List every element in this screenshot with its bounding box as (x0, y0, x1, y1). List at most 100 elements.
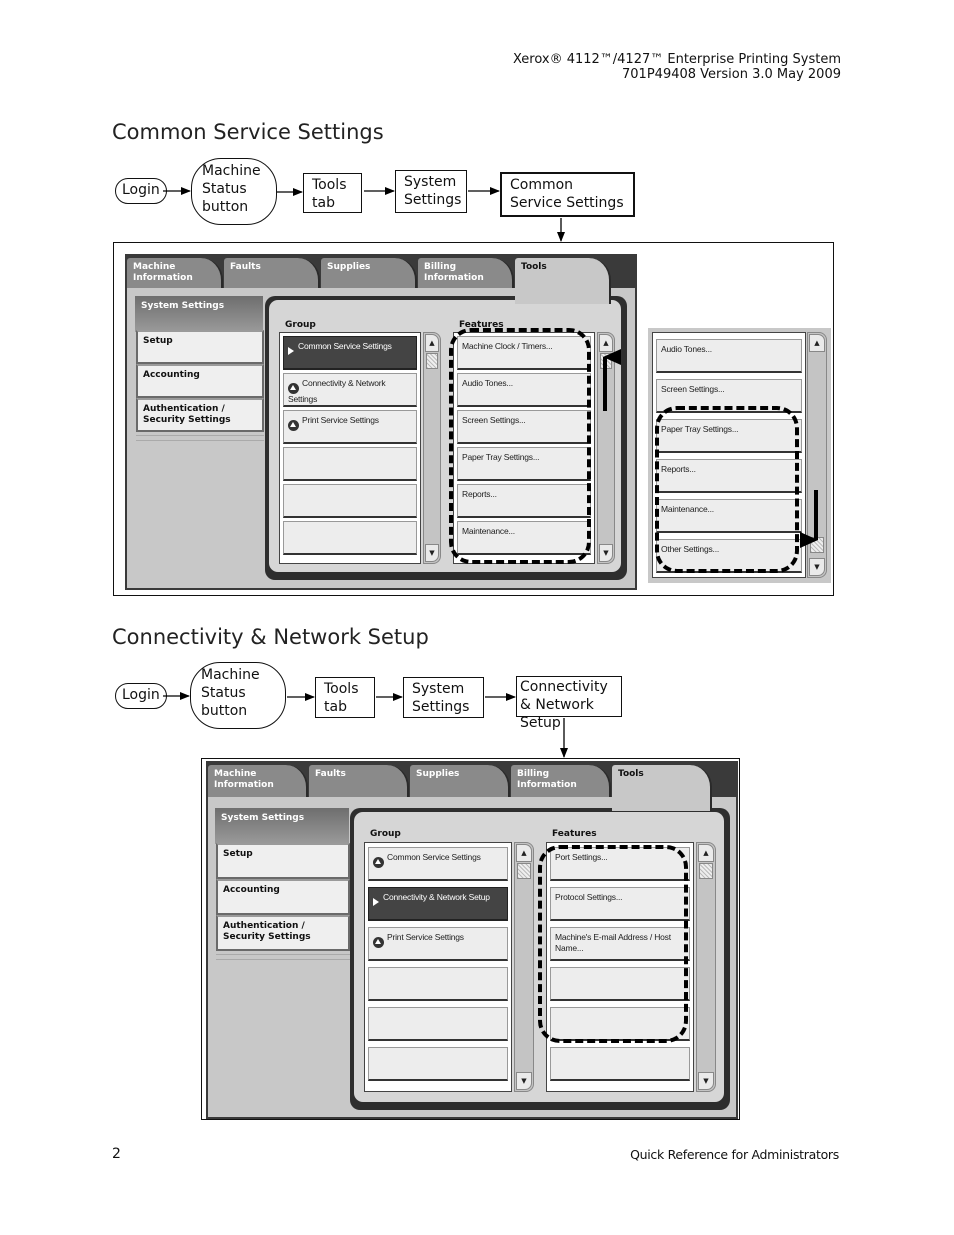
group-item-empty (283, 447, 417, 481)
sidebar-item-authentication-security[interactable]: Authentication / Security Settings (216, 915, 350, 951)
header-version: 701P49408 Version 3.0 May 2009 (622, 67, 841, 82)
flow-machine-status: Machine Status button (191, 158, 277, 225)
group-item-print-service[interactable]: Print Service Settings (368, 927, 508, 961)
flow-login: Login (115, 178, 167, 204)
up-circle-icon (373, 857, 384, 868)
ui-screen-1: Machine Information Faults Supplies Bill… (125, 254, 637, 590)
section-title-common-service: Common Service Settings (112, 120, 384, 144)
tab-tools[interactable]: Tools (515, 258, 611, 304)
system-settings-header: System Settings (215, 808, 349, 844)
feature-item-paper-tray[interactable]: Paper Tray Settings... (656, 419, 802, 453)
settings-panel: Group Features Common Service Settings C… (265, 296, 627, 580)
features-label: Features (459, 320, 504, 330)
flow-tools-tab: Tools tab (303, 173, 362, 213)
tab-tools[interactable]: Tools (612, 765, 712, 811)
feature-item-screen-settings[interactable]: Screen Settings... (656, 379, 802, 413)
group-scrollbar[interactable]: ▲ ▼ (514, 842, 534, 1092)
flow-machine-status: Machine Status button (190, 662, 286, 729)
scrolled-features-scrollbar[interactable]: ▲ ▼ (807, 332, 827, 578)
scroll-thumb[interactable] (600, 353, 612, 369)
group-item-empty (283, 521, 417, 555)
ui-screen-2: Machine Information Faults Supplies Bill… (206, 761, 738, 1119)
sidebar-item-accounting[interactable]: Accounting (136, 364, 264, 398)
group-item-connectivity[interactable]: Connectivity & Network Settings (283, 373, 417, 407)
sidebar-divider (216, 954, 350, 960)
feature-item-reports[interactable]: Reports... (457, 484, 591, 518)
scroll-down-button[interactable]: ▼ (698, 1072, 714, 1090)
group-item-connectivity[interactable]: Connectivity & Network Setup (368, 887, 508, 921)
group-label: Group (285, 320, 316, 330)
scroll-down-button[interactable]: ▼ (599, 544, 613, 562)
feature-item-reports[interactable]: Reports... (656, 459, 802, 493)
scroll-down-button[interactable]: ▼ (809, 558, 825, 576)
feature-item-maintenance[interactable]: Maintenance... (656, 499, 802, 533)
group-item-print-service[interactable]: Print Service Settings (283, 410, 417, 444)
selected-arrow-icon (373, 898, 379, 906)
scroll-thumb[interactable] (699, 863, 713, 879)
flow-tools-tab: Tools tab (315, 677, 375, 718)
selected-arrow-icon (288, 347, 294, 355)
group-item-common-service[interactable]: Common Service Settings (283, 336, 417, 370)
scroll-up-button[interactable]: ▲ (599, 334, 613, 352)
flow-connectivity-network: Connectivity & Network Setup (516, 676, 622, 731)
scrolled-features-excerpt: Audio Tones... Screen Settings... Paper … (648, 328, 831, 583)
group-item-empty (368, 967, 508, 1001)
system-settings-header: System Settings (135, 296, 263, 332)
features-scrollbar[interactable]: ▲ ▼ (696, 842, 716, 1092)
group-item-empty (368, 1047, 508, 1081)
feature-item-screen-settings[interactable]: Screen Settings... (457, 410, 591, 444)
scroll-thumb[interactable] (810, 537, 824, 553)
screen-body: System Settings Setup Accounting Authent… (208, 797, 736, 1117)
group-item-empty (283, 484, 417, 518)
group-item-empty (368, 1007, 508, 1041)
scroll-down-button[interactable]: ▼ (516, 1072, 532, 1090)
feature-item-machine-clock[interactable]: Machine Clock / Timers... (457, 336, 591, 370)
features-scrollbar[interactable]: ▲ ▼ (597, 332, 615, 564)
scroll-up-button[interactable]: ▲ (698, 844, 714, 862)
scroll-up-button[interactable]: ▲ (516, 844, 532, 862)
header-product: Xerox® 4112™/4127™ Enterprise Printing S… (512, 52, 841, 67)
section-title-connectivity: Connectivity & Network Setup (112, 625, 429, 649)
scroll-up-button[interactable]: ▲ (425, 334, 439, 352)
scroll-up-button[interactable]: ▲ (809, 334, 825, 352)
up-circle-icon (288, 383, 299, 394)
feature-item-email-host[interactable]: Machine's E-mail Address / Host Name... (550, 927, 690, 961)
feature-item-empty (550, 1047, 690, 1081)
feature-item-maintenance[interactable]: Maintenance... (457, 521, 591, 555)
screen-body: System Settings Setup Accounting Authent… (127, 288, 635, 588)
sidebar-item-setup[interactable]: Setup (136, 330, 264, 364)
features-list: Port Settings... Protocol Settings... Ma… (546, 842, 694, 1092)
group-scrollbar[interactable]: ▲ ▼ (423, 332, 441, 564)
feature-item-empty (550, 967, 690, 1001)
feature-item-protocol-settings[interactable]: Protocol Settings... (550, 887, 690, 921)
features-list: Machine Clock / Timers... Audio Tones...… (453, 332, 595, 564)
flow-common-service: Common Service Settings (500, 172, 635, 217)
feature-item-port-settings[interactable]: Port Settings... (550, 847, 690, 881)
scroll-down-button[interactable]: ▼ (425, 544, 439, 562)
footer-doc-title: Quick Reference for Administrators (630, 1147, 839, 1162)
feature-item-paper-tray[interactable]: Paper Tray Settings... (457, 447, 591, 481)
scrolled-features-list: Audio Tones... Screen Settings... Paper … (652, 332, 806, 578)
feature-item-empty (550, 1007, 690, 1041)
features-label: Features (552, 829, 597, 839)
sidebar-item-setup[interactable]: Setup (216, 843, 350, 879)
scroll-thumb[interactable] (517, 863, 531, 879)
group-list: Common Service Settings Connectivity & N… (364, 842, 512, 1092)
scroll-thumb[interactable] (426, 353, 438, 369)
sidebar-item-authentication-security[interactable]: Authentication / Security Settings (136, 398, 264, 432)
feature-item-other-settings[interactable]: Other Settings... (656, 539, 802, 573)
group-label: Group (370, 829, 401, 839)
header-text: Xerox® 4112™/4127™ Enterprise Printing S… (513, 52, 841, 82)
flow-system-settings: System Settings (395, 170, 467, 213)
feature-item-audio-tones[interactable]: Audio Tones... (656, 339, 802, 373)
flow-login: Login (115, 683, 167, 709)
up-circle-icon (288, 420, 299, 431)
settings-panel: Group Features Common Service Settings C… (350, 808, 730, 1110)
sidebar-divider (136, 435, 264, 441)
group-item-common-service[interactable]: Common Service Settings (368, 847, 508, 881)
page-number: 2 (112, 1146, 121, 1162)
group-list: Common Service Settings Connectivity & N… (279, 332, 421, 564)
flow-system-settings: System Settings (403, 677, 484, 718)
feature-item-audio-tones[interactable]: Audio Tones... (457, 373, 591, 407)
sidebar-item-accounting[interactable]: Accounting (216, 879, 350, 915)
